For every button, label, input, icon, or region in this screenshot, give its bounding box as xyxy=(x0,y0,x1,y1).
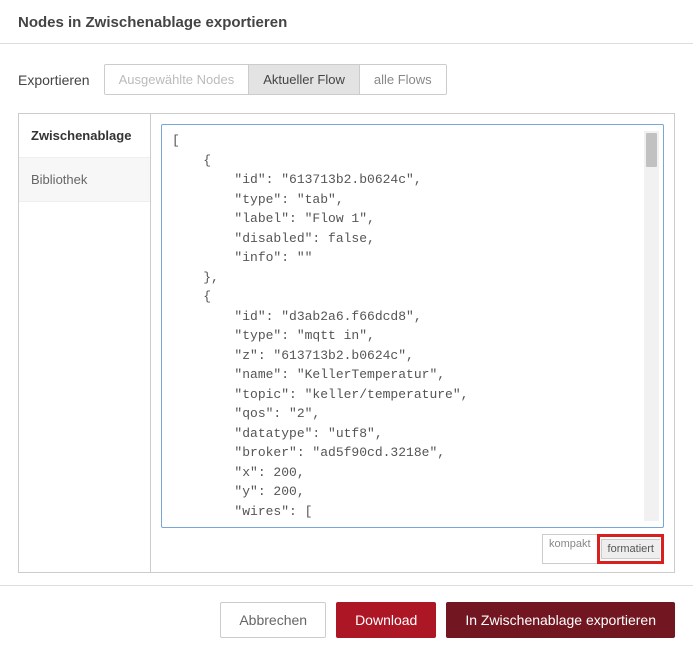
format-row: kompakt formatiert xyxy=(161,534,664,564)
dialog-content: Exportieren Ausgewählte Nodes Aktueller … xyxy=(0,44,693,585)
dialog-title: Nodes in Zwischenablage exportieren xyxy=(18,14,675,31)
sidebar: Zwischenablage Bibliothek xyxy=(19,114,151,572)
export-code-text[interactable]: [ { "id": "613713b2.b0624c", "type": "ta… xyxy=(172,131,640,521)
export-clipboard-button[interactable]: In Zwischenablage exportieren xyxy=(446,602,675,638)
scope-tab-group: Ausgewählte Nodes Aktueller Flow alle Fl… xyxy=(104,64,447,95)
main-panel: Zwischenablage Bibliothek [ { "id": "613… xyxy=(18,113,675,573)
format-formatted-button[interactable]: formatiert xyxy=(601,539,660,559)
dialog-footer: Abbrechen Download In Zwischenablage exp… xyxy=(0,585,693,654)
scrollbar[interactable] xyxy=(644,131,659,521)
sidebar-item-library[interactable]: Bibliothek xyxy=(19,158,150,202)
export-scope-row: Exportieren Ausgewählte Nodes Aktueller … xyxy=(18,64,675,95)
export-label: Exportieren xyxy=(18,72,90,88)
sidebar-item-clipboard[interactable]: Zwischenablage xyxy=(19,114,150,158)
cancel-button[interactable]: Abbrechen xyxy=(220,602,326,638)
export-code-box[interactable]: [ { "id": "613713b2.b0624c", "type": "ta… xyxy=(161,124,664,528)
export-output-area: [ { "id": "613713b2.b0624c", "type": "ta… xyxy=(151,114,674,572)
highlight-formatted: formatiert xyxy=(597,534,664,564)
scope-tab-all-flows[interactable]: alle Flows xyxy=(360,65,446,94)
format-compact-button[interactable]: kompakt xyxy=(542,534,597,564)
scope-tab-selected-nodes[interactable]: Ausgewählte Nodes xyxy=(105,65,250,94)
dialog-header: Nodes in Zwischenablage exportieren xyxy=(0,0,693,44)
download-button[interactable]: Download xyxy=(336,602,436,638)
scrollbar-thumb[interactable] xyxy=(646,133,657,167)
scope-tab-current-flow[interactable]: Aktueller Flow xyxy=(249,65,360,94)
